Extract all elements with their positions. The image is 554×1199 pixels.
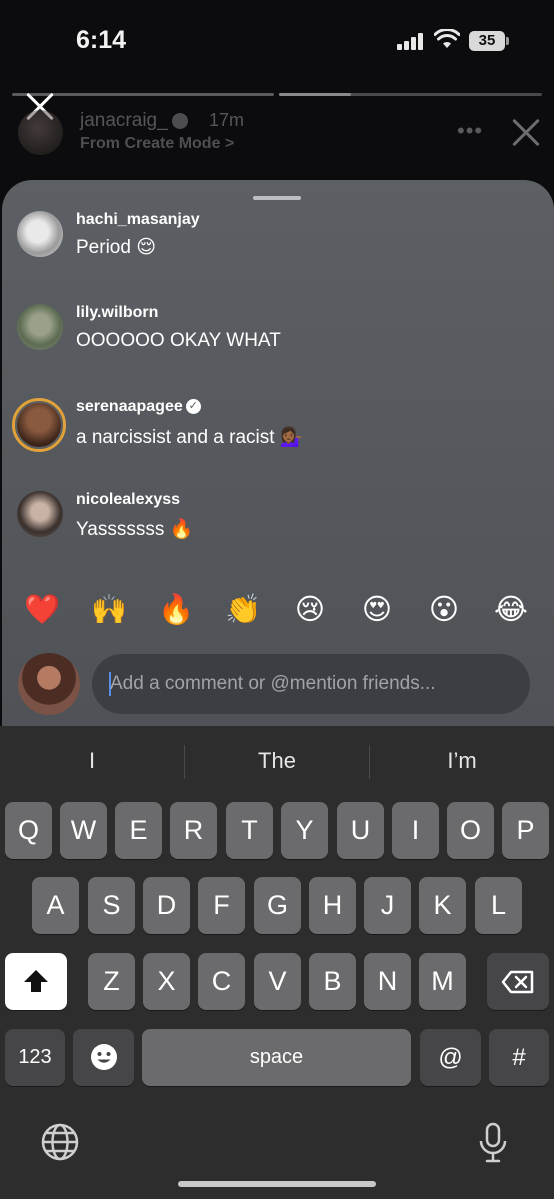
- story-progress-current: [279, 93, 542, 96]
- suggestion-3[interactable]: I’m: [370, 748, 554, 778]
- avatar[interactable]: [17, 304, 63, 350]
- emoji-icon: [90, 1044, 117, 1070]
- key-r[interactable]: R: [170, 802, 217, 859]
- comment-username[interactable]: lily.wilborn: [76, 304, 158, 322]
- avatar[interactable]: [17, 211, 63, 257]
- clapping-emoji-button[interactable]: 👏: [223, 590, 263, 630]
- comment-item[interactable]: serenaapagee ✓ a narcissist and a racist …: [0, 395, 554, 465]
- key-q[interactable]: Q: [5, 802, 52, 859]
- fire-emoji-button[interactable]: 🔥: [156, 590, 196, 630]
- sheet-drag-handle[interactable]: [253, 196, 301, 200]
- suggestion-1[interactable]: I: [0, 748, 184, 778]
- laughing-emoji-button[interactable]: 😂: [491, 590, 531, 630]
- comment-text: a narcissist and a racist 💁🏾‍♀️: [76, 427, 304, 448]
- close-story-icon[interactable]: [511, 118, 541, 148]
- comment-text: OOOOOO OKAY WHAT: [76, 330, 281, 351]
- heart-eyes-emoji-button[interactable]: 😍: [357, 590, 397, 630]
- comment-input[interactable]: [92, 654, 530, 714]
- key-b[interactable]: B: [309, 953, 356, 1010]
- key-m[interactable]: M: [419, 953, 466, 1010]
- space-key[interactable]: space: [142, 1029, 411, 1086]
- key-d[interactable]: D: [143, 877, 190, 934]
- verified-icon: ✓: [185, 399, 201, 415]
- key-z[interactable]: Z: [88, 953, 135, 1010]
- key-c[interactable]: C: [198, 953, 245, 1010]
- suggestion-2[interactable]: The: [185, 748, 369, 778]
- emoji-key[interactable]: [73, 1029, 134, 1086]
- key-g[interactable]: G: [254, 877, 301, 934]
- key-o[interactable]: O: [447, 802, 494, 859]
- comment-username[interactable]: serenaapagee ✓: [76, 398, 201, 416]
- numbers-key[interactable]: 123: [5, 1029, 65, 1086]
- key-u[interactable]: U: [337, 802, 384, 859]
- comment-text: Period 😌: [76, 237, 157, 258]
- story-subtitle[interactable]: From Create Mode >: [80, 135, 234, 153]
- battery-icon: 35: [469, 31, 505, 51]
- key-h[interactable]: H: [309, 877, 356, 934]
- story-time: 17m: [209, 110, 245, 130]
- shift-key[interactable]: [5, 953, 67, 1010]
- key-k[interactable]: K: [419, 877, 466, 934]
- key-a[interactable]: A: [32, 877, 79, 934]
- status-time: 6:14: [76, 26, 127, 54]
- story-avatar[interactable]: [18, 110, 63, 155]
- key-s[interactable]: S: [88, 877, 135, 934]
- key-y[interactable]: Y: [281, 802, 328, 859]
- microphone-icon[interactable]: [478, 1122, 508, 1164]
- key-w[interactable]: W: [60, 802, 107, 859]
- avatar[interactable]: [17, 491, 63, 537]
- avatar-story-ring[interactable]: [12, 398, 66, 452]
- delete-key[interactable]: [487, 953, 549, 1010]
- key-l[interactable]: L: [475, 877, 522, 934]
- shift-arrow-icon: [24, 970, 48, 992]
- key-e[interactable]: E: [115, 802, 162, 859]
- crying-emoji-button[interactable]: 😢: [290, 590, 330, 630]
- hash-key[interactable]: #: [489, 1029, 549, 1086]
- at-key[interactable]: @: [420, 1029, 481, 1086]
- key-j[interactable]: J: [364, 877, 411, 934]
- quick-reactions: ❤️ 🙌 🔥 👏 😢 😍 😮 😂: [0, 590, 554, 634]
- status-bar: 6:14 35: [0, 0, 554, 80]
- text-caret: [109, 672, 111, 696]
- globe-icon[interactable]: [40, 1122, 80, 1162]
- surprised-emoji-button[interactable]: 😮: [424, 590, 464, 630]
- backspace-icon: [501, 970, 534, 994]
- verified-icon: [171, 112, 188, 129]
- raised-hands-emoji-button[interactable]: 🙌: [89, 590, 129, 630]
- comment-item[interactable]: nicolealexyss Yasssssss 🔥: [0, 488, 554, 558]
- wifi-icon: [434, 29, 460, 48]
- heart-emoji-button[interactable]: ❤️: [22, 590, 62, 630]
- key-t[interactable]: T: [226, 802, 273, 859]
- key-f[interactable]: F: [198, 877, 245, 934]
- key-n[interactable]: N: [364, 953, 411, 1010]
- key-p[interactable]: P: [502, 802, 549, 859]
- battery-tip: [506, 37, 509, 45]
- more-options-icon[interactable]: •••: [457, 118, 483, 144]
- story-username[interactable]: janacraig_: [80, 110, 188, 132]
- comment-text: Yasssssss 🔥: [76, 519, 194, 540]
- my-avatar: [18, 653, 80, 715]
- home-indicator: [178, 1181, 376, 1187]
- comment-item[interactable]: lily.wilborn OOOOOO OKAY WHAT: [0, 301, 554, 371]
- comment-username[interactable]: nicolealexyss: [76, 491, 180, 509]
- key-i[interactable]: I: [392, 802, 439, 859]
- key-v[interactable]: V: [254, 953, 301, 1010]
- key-x[interactable]: X: [143, 953, 190, 1010]
- comment-item[interactable]: hachi_masanjay Period 😌: [0, 208, 554, 278]
- signal-icon: [397, 32, 425, 50]
- comment-username[interactable]: hachi_masanjay: [76, 211, 200, 229]
